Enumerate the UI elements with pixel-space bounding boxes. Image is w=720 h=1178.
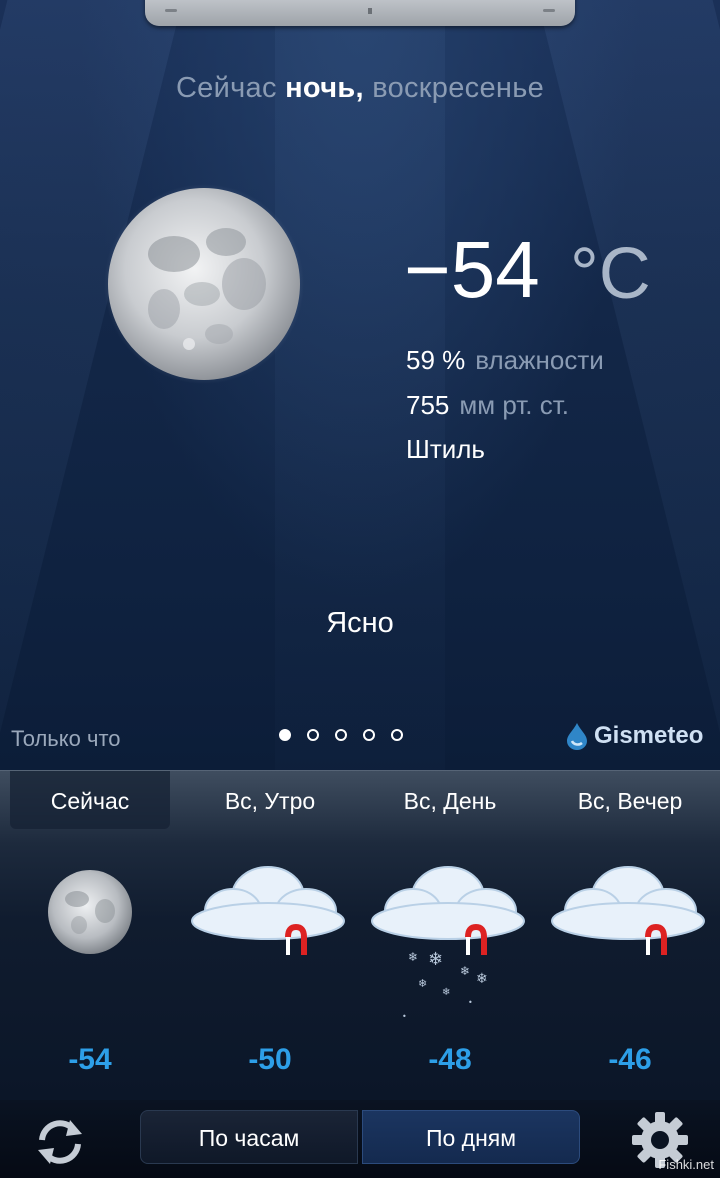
brand-name: Gismeteo [594,722,704,749]
svg-text:❄: ❄ [476,971,488,987]
page-dot[interactable] [307,729,319,741]
forecast-temp-day: -48 [428,1043,472,1076]
light-beam [275,0,445,770]
now-prefix: Сейчас [175,72,277,104]
watermark: Fishki.net [658,1157,714,1172]
forecast-temp-morning: -50 [248,1043,292,1076]
humidity-label: влажности [475,345,604,375]
refresh-icon[interactable] [30,1112,90,1172]
time-of-day: ночь, [285,72,364,104]
svg-text:•: • [402,1012,407,1021]
forecast-temp-now: -54 [68,1043,112,1076]
cloud-icon [191,866,345,955]
light-beam [0,0,188,770]
page-dot[interactable] [391,729,403,741]
page-dot[interactable] [279,729,291,741]
forecast-strip: Сейчас Вс, Утро Вс, День Вс, Вечер ❄ ❄ ❄… [0,770,720,1101]
top-pill-bar[interactable] [145,0,575,26]
tab-day[interactable]: Вс, День [360,771,540,829]
svg-text:•: • [468,998,473,1007]
now-heading: Сейчас ночь, воскресенье [0,72,720,105]
tab-now[interactable]: Сейчас [10,771,170,829]
current-temperature: −54 [404,225,540,314]
pressure: 755 мм рт. ст. [406,390,569,421]
weather-condition: Ясно [326,607,394,639]
hourly-button[interactable]: По часам [140,1110,358,1164]
light-beam [532,0,720,770]
svg-text:❄: ❄ [460,964,470,978]
moon-icon [48,870,132,954]
svg-text:❄: ❄ [428,949,443,970]
cloud-snow-icon: ❄ ❄ ❄ ❄ ❄ ❄ • • [371,866,525,1021]
svg-text:❄: ❄ [408,950,418,964]
tab-evening[interactable]: Вс, Вечер [540,771,720,829]
bottom-bar: По часам По дням Fishki.net [0,1100,720,1178]
wind: Штиль [406,434,485,464]
moon-icon [104,184,304,384]
svg-text:❄: ❄ [442,987,450,998]
temperature-unit: °C [570,234,651,314]
daily-button[interactable]: По дням [362,1110,580,1164]
tab-morning[interactable]: Вс, Утро [180,771,360,829]
svg-text:❄: ❄ [418,977,427,990]
cloud-icon [551,866,705,955]
humidity: 59 % влажности [406,345,604,376]
page-dot[interactable] [363,729,375,741]
page-indicator[interactable] [279,729,403,741]
water-drop-icon [567,723,587,750]
day-of-week: воскресенье [372,72,545,104]
forecast-temp-evening: -46 [608,1043,652,1076]
page-dot[interactable] [335,729,347,741]
pressure-value: 755 [406,390,450,420]
humidity-value: 59 % [406,345,466,375]
pressure-label: мм рт. ст. [459,390,569,420]
gismeteo-logo: Gismeteo [564,722,703,750]
current-weather-panel[interactable]: Сейчас ночь, воскресенье −54 °C 59 % влаж… [0,0,720,770]
updated-time: Только что [11,726,121,751]
